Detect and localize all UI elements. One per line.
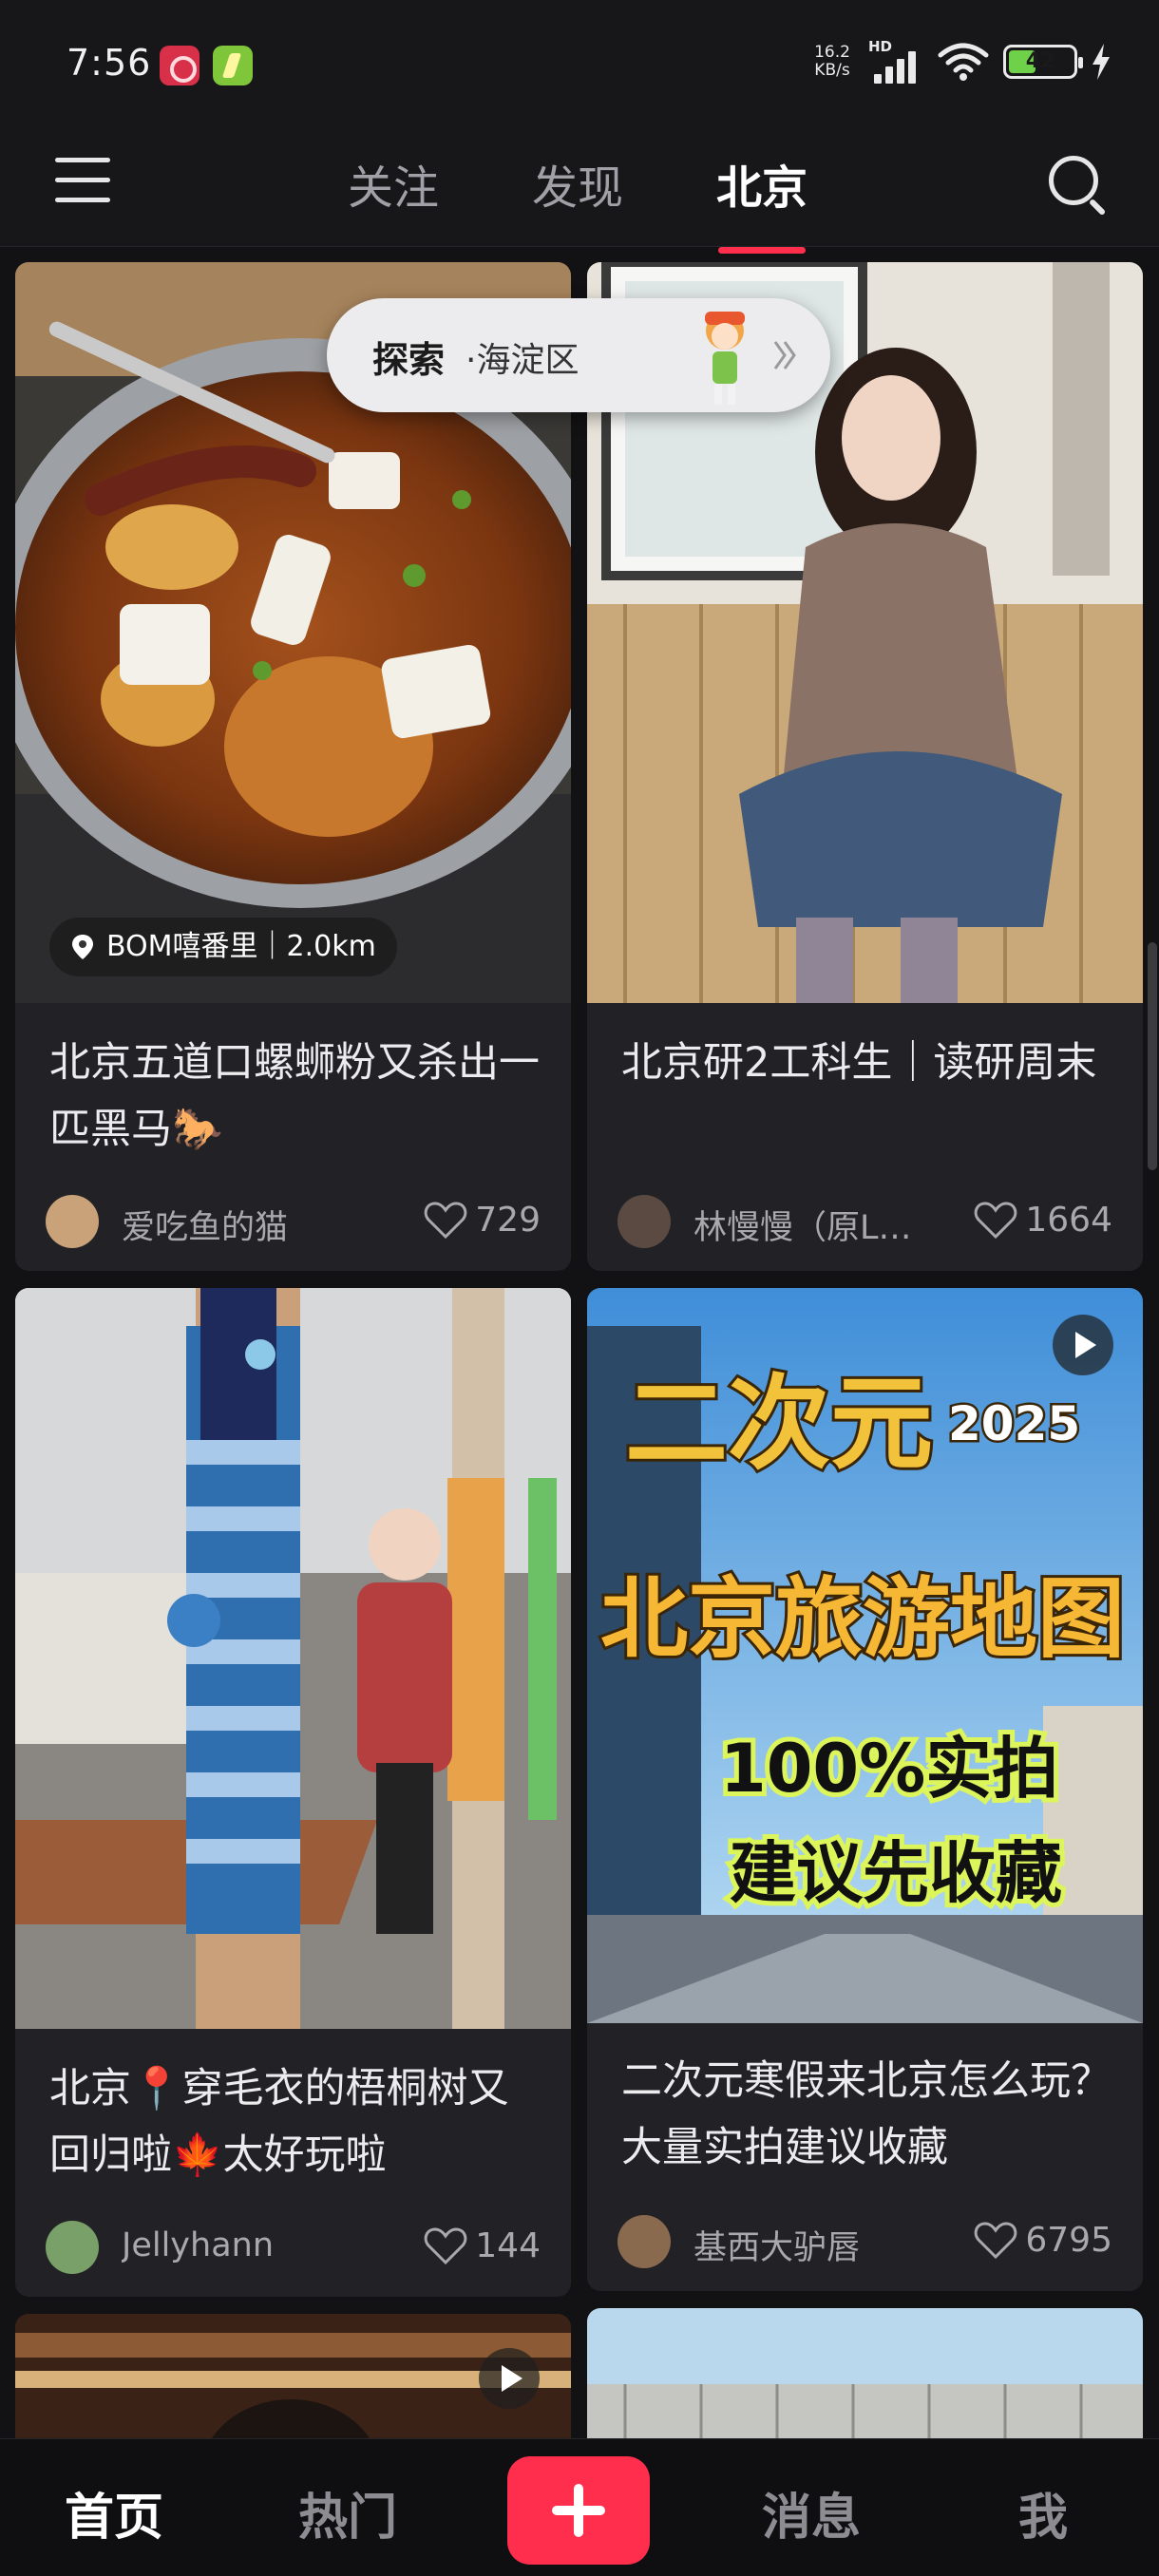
author-avatar[interactable] [618,2215,671,2268]
feed-card[interactable]: BOM嘻番里｜2.0km 北京五道口螺蛳粉又杀出一匹黑马🐎 爱吃鱼的猫 729 [15,262,571,1271]
signal-icon: HD [868,38,923,84]
video-play-icon [1053,1315,1113,1375]
card-cover-image: 二次元 2025 北京旅游地图 100%实拍 建议先收藏 [587,1288,1143,2023]
author-avatar[interactable] [46,1195,99,1248]
heart-icon [424,1201,467,1239]
like-count: 6795 [1025,2221,1112,2260]
author-avatar[interactable] [46,2221,99,2274]
cover-text-line3: 100%实拍 [720,1730,1058,1808]
heart-icon [424,2226,467,2264]
nav-messages[interactable]: 消息 [762,2477,861,2548]
like-button[interactable]: 729 [424,1201,541,1240]
app-screen: 7:56 16.2 KB/s HD 42 关注 发现 北京 BOM嘻番里｜2.0… [0,0,1159,2576]
like-count: 1664 [1025,1201,1112,1240]
card-title: 北京研2工科生｜读研周末 [621,1039,1097,1087]
card-title: 北京五道口螺蛳粉又杀出一匹黑马🐎 [49,1039,540,1153]
status-icons: 16.2 KB/s HD 42 [809,38,1112,84]
wifi-icon [938,43,989,81]
location-pin-icon [72,935,93,959]
card-cover-image [15,2314,571,2438]
card-footer: 爱吃鱼的猫 729 [46,1193,541,1250]
author-name[interactable]: Jellyhann [122,2226,274,2264]
search-icon [1049,156,1098,205]
feed-card[interactable]: 北京研2工科生｜读研周末 林慢慢（原L… 1664 [587,262,1143,1271]
tab-following[interactable]: 关注 [348,150,439,217]
location-tag[interactable]: BOM嘻番里｜2.0km [49,918,397,976]
like-count: 144 [475,2226,541,2265]
card-footer: Jellyhann 144 [46,2219,541,2276]
like-count: 729 [475,1201,541,1240]
explore-location-pill[interactable]: 探索 ·海淀区 [327,298,830,412]
search-button[interactable] [1049,156,1108,217]
chevron-right-icon [773,341,796,369]
like-button[interactable]: 144 [424,2226,541,2265]
explore-label: 探索 [372,339,446,381]
battery-icon: 42 [1003,45,1083,79]
top-tabs: 关注 发现 北京 [0,150,1159,254]
card-cover-image [587,2308,1143,2438]
network-speed: 16.2 KB/s [814,43,850,80]
tab-discover[interactable]: 发现 [532,150,623,217]
card-footer: 基西大驴唇 6795 [618,2213,1112,2270]
tab-beijing[interactable]: 北京 [716,150,808,217]
feed-grid: BOM嘻番里｜2.0km 北京五道口螺蛳粉又杀出一匹黑马🐎 爱吃鱼的猫 729 [0,249,1159,2438]
nav-hot[interactable]: 热门 [298,2477,397,2548]
author-name[interactable]: 林慢慢（原L… [694,1201,912,1249]
bottom-nav: 首页 热门 消息 我 [0,2438,1159,2576]
card-title: 二次元寒假来北京怎么玩？大量实拍建议收藏 [621,2057,1112,2171]
feed-card[interactable] [587,2308,1143,2438]
author-name[interactable]: 爱吃鱼的猫 [122,1201,288,1249]
feed-card[interactable]: 二次元 2025 北京旅游地图 100%实拍 建议先收藏 二次元寒假来北京怎么玩… [587,1288,1143,2291]
cover-text-line1: 二次元 [625,1365,933,1484]
status-bar: 7:56 16.2 KB/s HD 42 [0,0,1159,123]
cover-text-year: 2025 [948,1396,1080,1451]
app-badge-icon [160,46,200,85]
charging-bolt-icon [1092,44,1110,80]
heart-icon [975,1201,1017,1239]
like-button[interactable]: 1664 [974,1201,1112,1240]
card-title: 北京📍穿毛衣的梧桐树又回归啦🍁太好玩啦 [49,2065,509,2179]
nav-me[interactable]: 我 [1018,2477,1068,2548]
card-footer: 林慢慢（原L… 1664 [618,1193,1112,1250]
author-name[interactable]: 基西大驴唇 [694,2221,860,2269]
cover-text-line4: 建议先收藏 [730,1834,1062,1912]
cover-text-line2: 北京旅游地图 [600,1568,1125,1670]
explore-district: ·海淀区 [466,341,580,380]
video-play-icon [479,2348,540,2409]
mascot-icon [705,312,745,405]
add-post-button[interactable] [507,2456,650,2565]
scrollbar[interactable] [1148,942,1157,1170]
author-avatar[interactable] [618,1195,671,1248]
status-time: 7:56 [66,42,152,84]
charging-app-icon [213,46,253,85]
heart-icon [975,2221,1017,2259]
nav-home[interactable]: 首页 [65,2477,163,2548]
like-button[interactable]: 6795 [974,2221,1112,2260]
feed-card[interactable] [15,2314,571,2438]
feed-card[interactable]: 北京📍穿毛衣的梧桐树又回归啦🍁太好玩啦 Jellyhann 144 [15,1288,571,2297]
battery-level: 42 [1025,49,1055,73]
top-header: 关注 发现 北京 [0,123,1159,254]
card-cover-image [15,1288,571,2029]
